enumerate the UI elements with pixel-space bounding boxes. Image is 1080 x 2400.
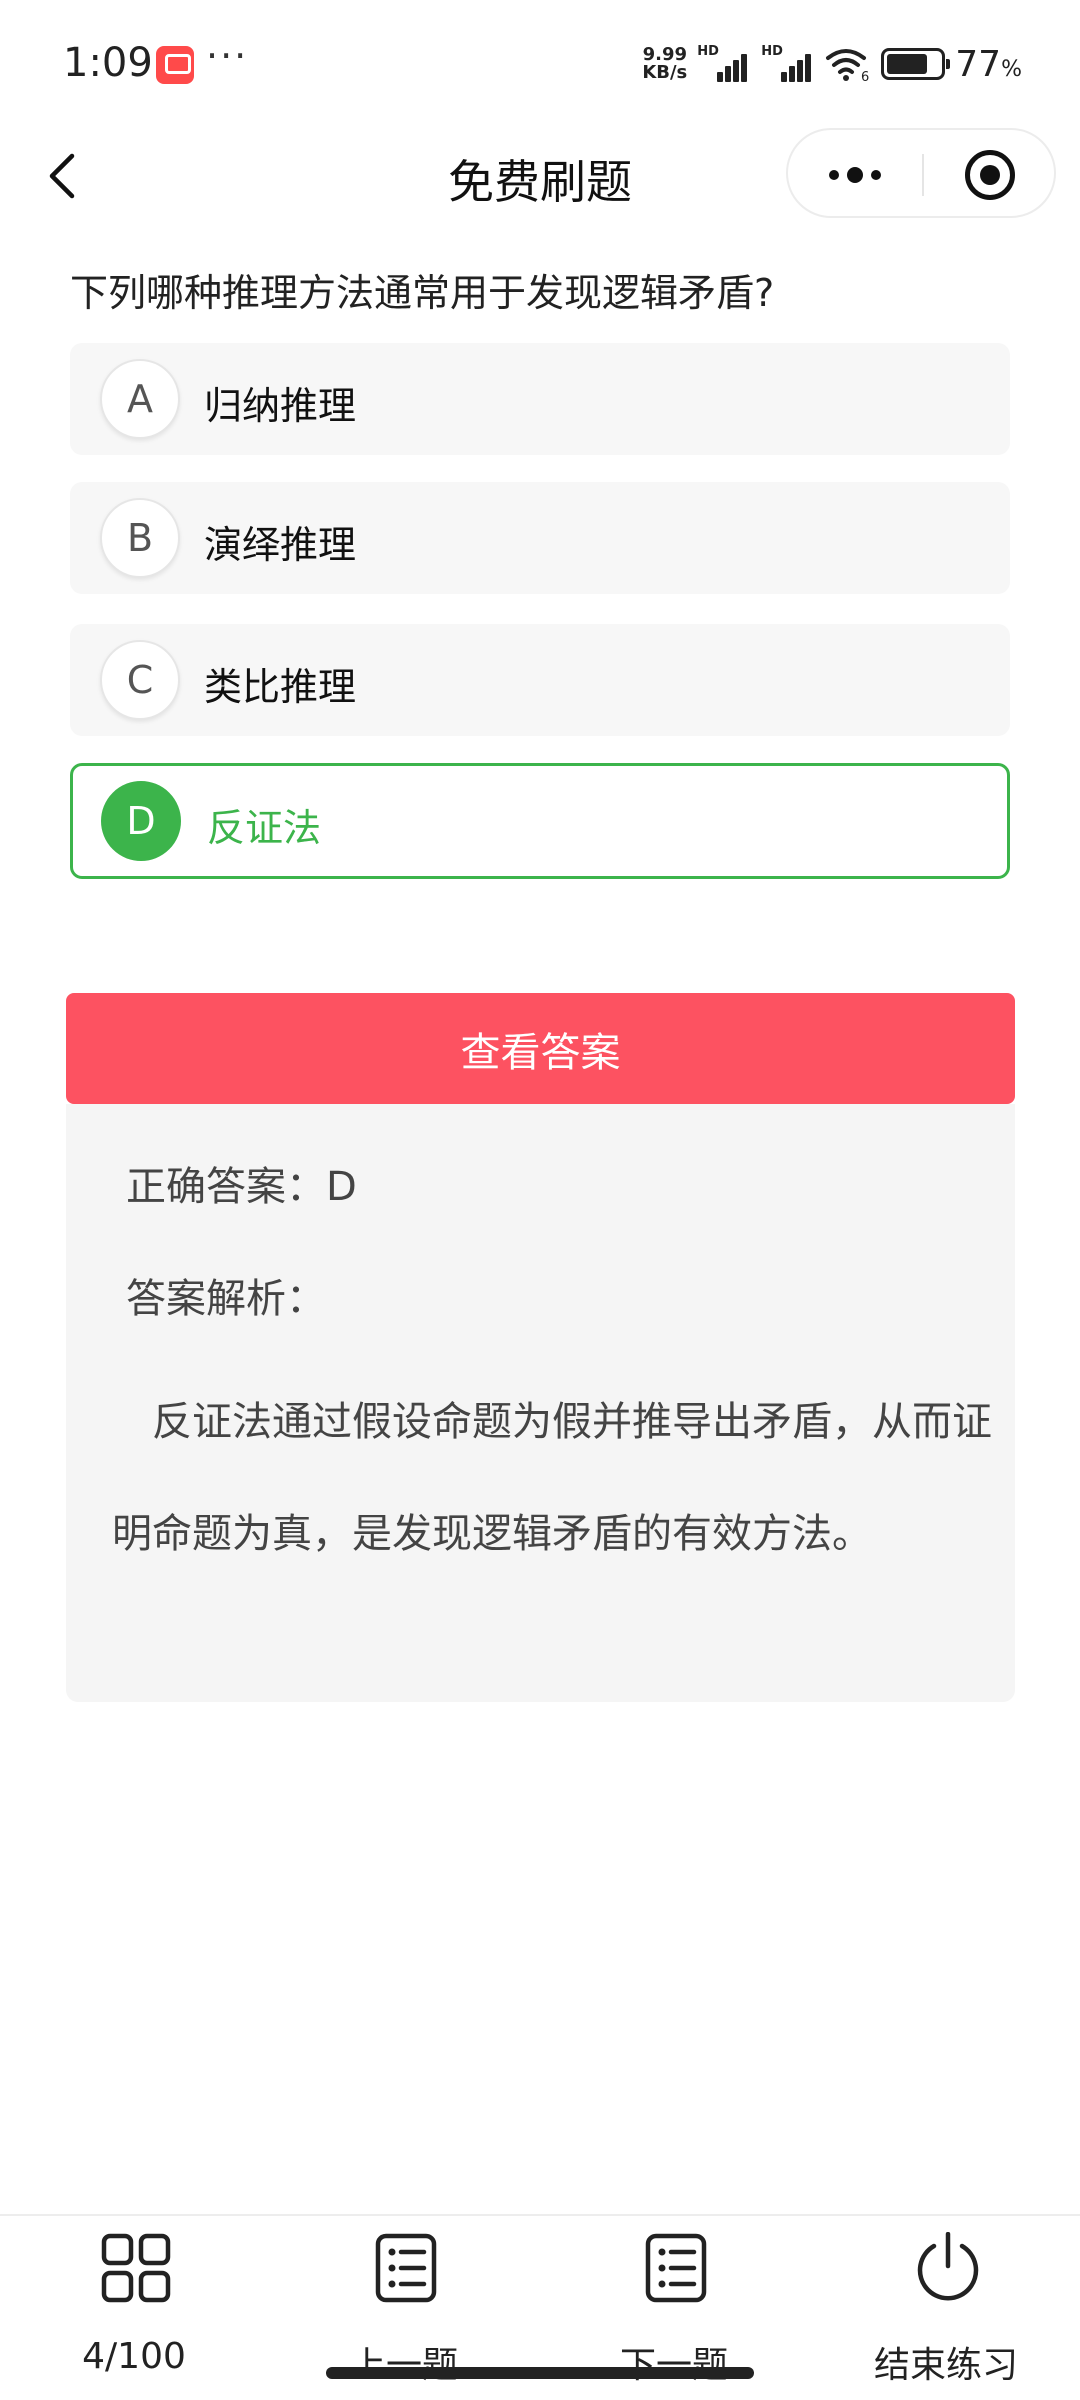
signal-icon: HD [761,44,815,82]
nav-bar: 免费刷题 [0,128,1080,224]
signal-icon: HD [697,44,751,82]
home-indicator[interactable] [326,2367,754,2379]
network-speed: 9.99 KB/s [642,46,687,82]
option-c[interactable]: C 类比推理 [70,624,1010,736]
grid-icon [101,2233,171,2303]
show-answer-button[interactable]: 查看答案 [66,993,1015,1104]
option-letter: D [101,781,181,861]
analysis-label: 答案解析： [126,1276,326,1322]
option-label: 类比推理 [204,665,357,709]
battery-value: 77 [955,43,1002,85]
mini-program-capsule [786,128,1056,218]
battery-percent: 77% [955,44,1022,85]
option-d[interactable]: D 反证法 [70,763,1010,879]
wifi-badge: 6 [861,70,869,82]
status-indicators: 9.99 KB/s HD HD 6 77% [642,42,1022,86]
more-dots-icon[interactable] [788,130,922,220]
more-notifications-icon: ··· [206,34,249,78]
answer-panel: 正确答案：D 答案解析： 反证法通过假设命题为假并推导出矛盾，从而证明命题为真，… [66,1104,1015,1702]
option-a[interactable]: A 归纳推理 [70,343,1010,455]
status-bar: 1:09 ··· 9.99 KB/s HD HD 6 77% [0,0,1080,128]
option-label: 归纳推理 [204,384,357,428]
tab-next-label: 下一题 [619,2345,728,2386]
option-label: 演绎推理 [204,523,357,567]
tab-prev-question[interactable]: 上一题 [304,2230,504,2386]
option-letter: B [100,498,180,578]
signal-hd-label: HD [697,44,719,59]
list-icon [375,2233,437,2303]
battery-level [887,54,928,74]
target-circle-icon [965,150,1015,200]
quiz-page: 1:09 ··· 9.99 KB/s HD HD 6 77% 免费刷题 下列哪种… [0,0,1080,2400]
option-b[interactable]: B 演绎推理 [70,482,1010,594]
option-letter: C [100,640,180,720]
question-text: 下列哪种推理方法通常用于发现逻辑矛盾? [70,271,775,315]
wifi-icon: 6 [826,49,870,82]
signal-hd-label: HD [761,44,783,59]
close-program-button[interactable] [924,130,1056,220]
option-label: 反证法 [207,806,322,850]
tab-prev-label: 上一题 [349,2345,458,2386]
list-icon [645,2233,707,2303]
power-icon [917,2232,979,2301]
tab-progress[interactable]: 4/100 [34,2230,234,2380]
tab-end-label: 结束练习 [873,2345,1018,2386]
tab-end-practice[interactable]: 结束练习 [846,2230,1046,2386]
tab-next-question[interactable]: 下一题 [574,2230,774,2386]
app-notification-icon [156,46,194,84]
tab-progress-label: 4/100 [82,2336,186,2377]
battery-icon [881,48,951,80]
correct-answer: 正确答案：D [126,1164,357,1210]
battery-unit: % [1001,56,1022,82]
network-speed-unit: KB/s [642,62,688,83]
analysis-text: 反证法通过假设命题为假并推导出矛盾，从而证明命题为真，是发现逻辑矛盾的有效方法。 [112,1399,992,1557]
option-letter: A [100,359,180,439]
status-time: 1:09 [63,40,153,86]
